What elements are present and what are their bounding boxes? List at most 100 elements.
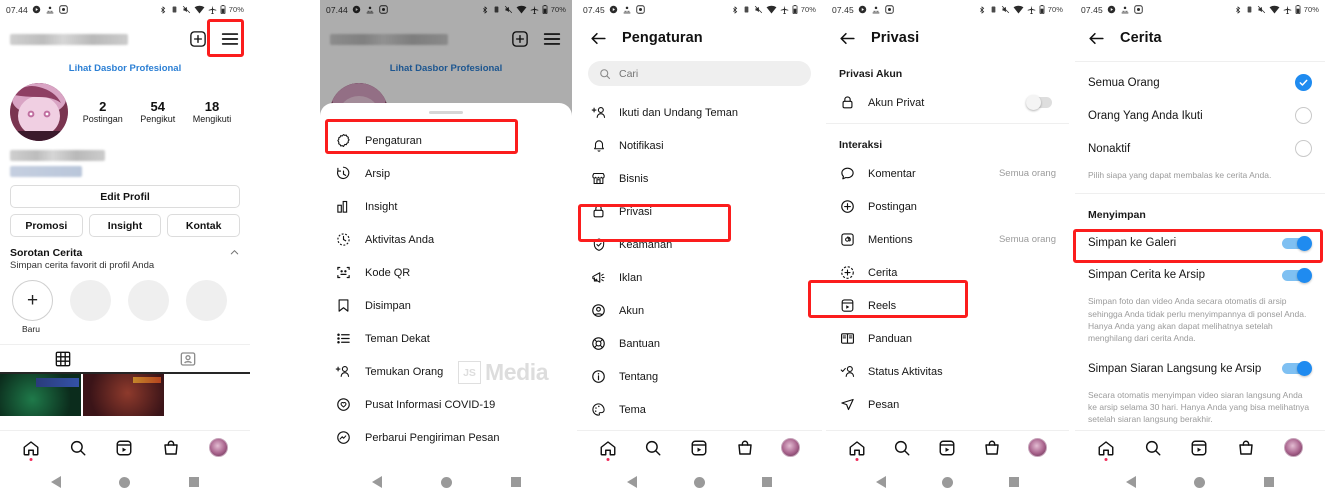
privacy-item-reels[interactable]: Reels [826, 289, 1069, 322]
add-highlight-button[interactable]: + [12, 280, 53, 321]
tab-grid-icon[interactable] [0, 351, 125, 367]
promosi-button[interactable]: Promosi [10, 214, 83, 237]
back-arrow-icon[interactable] [589, 29, 608, 48]
home-circle-icon[interactable] [693, 476, 705, 488]
privacy-item-status-aktivitas[interactable]: Status Aktivitas [826, 355, 1069, 388]
settings-item-notifikasi[interactable]: Notifikasi [577, 129, 822, 162]
home-circle-icon[interactable] [440, 476, 452, 488]
home-circle-icon[interactable] [119, 476, 131, 488]
reels-icon[interactable] [115, 439, 133, 457]
settings-item-akun[interactable]: Akun [577, 294, 822, 327]
settings-item-iklan[interactable]: Iklan [577, 261, 822, 294]
highlight-placeholder[interactable] [70, 280, 111, 321]
search-input[interactable] [619, 67, 800, 80]
back-triangle-icon[interactable] [51, 476, 62, 488]
shop-icon[interactable] [983, 439, 1001, 457]
back-triangle-icon[interactable] [371, 476, 382, 488]
story-reply-option-semua-orang[interactable]: Semua Orang [1075, 66, 1325, 99]
chevron-up-icon[interactable] [229, 247, 240, 258]
stat-followers[interactable]: 54 Pengikut [140, 99, 175, 125]
search-icon[interactable] [1144, 439, 1162, 457]
recents-square-icon[interactable] [510, 477, 521, 487]
kontak-button[interactable]: Kontak [167, 214, 241, 237]
home-circle-icon[interactable] [1194, 476, 1206, 488]
simpan-cerita-ke-arsip-toggle[interactable] [1282, 267, 1312, 283]
shop-icon[interactable] [736, 439, 754, 457]
settings-item-privasi[interactable]: Privasi [577, 195, 822, 228]
settings-item-ikuti-dan-undang-teman[interactable]: Ikuti dan Undang Teman [577, 96, 822, 129]
menu-item-pusat-informasi-covid[interactable]: Pusat Informasi COVID-19 [320, 388, 572, 421]
professional-dashboard-link[interactable]: Lihat Dasbor Profesional [0, 59, 250, 83]
recents-square-icon[interactable] [1009, 477, 1019, 487]
back-triangle-icon[interactable] [627, 476, 638, 488]
profile-avatar[interactable] [10, 83, 68, 141]
highlight-placeholder[interactable] [128, 280, 169, 321]
privacy-item-panduan[interactable]: Panduan [826, 322, 1069, 355]
menu-item-perbarui-pengiriman-pesan[interactable]: Perbarui Pengiriman Pesan [320, 421, 572, 454]
story-reply-option-orang-yang-anda-ikuti[interactable]: Orang Yang Anda Ikuti [1075, 99, 1325, 132]
home-icon[interactable] [22, 439, 40, 461]
recents-square-icon[interactable] [1263, 477, 1274, 487]
simpan-siaran-langsung-toggle[interactable] [1282, 361, 1312, 377]
home-icon[interactable] [848, 439, 866, 461]
grid-photo[interactable] [0, 374, 81, 416]
privacy-item-akun-privat[interactable]: Akun Privat [826, 86, 1069, 119]
reels-icon[interactable] [1190, 439, 1208, 457]
settings-item-bisnis[interactable]: Bisnis [577, 162, 822, 195]
menu-item-kode-qr[interactable]: Kode QR [320, 256, 572, 289]
profile-avatar-nav[interactable] [208, 438, 228, 457]
story-reply-option-nonaktif[interactable]: Nonaktif [1075, 132, 1325, 165]
menu-item-insight[interactable]: Insight [320, 190, 572, 223]
settings-item-bantuan[interactable]: Bantuan [577, 327, 822, 360]
search-icon[interactable] [69, 439, 87, 457]
private-account-toggle[interactable] [1026, 95, 1056, 110]
menu-item-pengaturan[interactable]: Pengaturan [320, 124, 572, 157]
shop-icon[interactable] [162, 439, 180, 457]
menu-item-arsip[interactable]: Arsip [320, 157, 572, 190]
home-icon[interactable] [1097, 439, 1115, 461]
toggle-row-simpan-ke-galeri[interactable]: Simpan ke Galeri [1075, 227, 1325, 259]
back-triangle-icon[interactable] [1126, 476, 1137, 488]
search-icon[interactable] [644, 439, 662, 457]
privacy-item-cerita[interactable]: Cerita [826, 256, 1069, 289]
privacy-item-komentar[interactable]: Komentar Semua orang [826, 157, 1069, 190]
profile-avatar-nav[interactable] [1283, 438, 1303, 457]
privacy-item-postingan[interactable]: Postingan [826, 190, 1069, 223]
menu-item-disimpan[interactable]: Disimpan [320, 289, 572, 322]
menu-item-temukan-orang[interactable]: Temukan Orang [320, 355, 572, 388]
reels-icon[interactable] [690, 439, 708, 457]
recents-square-icon[interactable] [188, 477, 199, 487]
tab-tagged-icon[interactable] [125, 351, 250, 367]
back-arrow-icon[interactable] [838, 29, 857, 48]
radio-unchecked-icon[interactable] [1295, 107, 1312, 124]
back-triangle-icon[interactable] [876, 476, 886, 488]
toggle-row-simpan-siaran-langsung-ke-arsip[interactable]: Simpan Siaran Langsung ke Arsip [1075, 353, 1325, 385]
menu-item-aktivitas-anda[interactable]: Aktivitas Anda [320, 223, 572, 256]
hamburger-menu-icon[interactable] [220, 30, 240, 48]
radio-unchecked-icon[interactable] [1295, 140, 1312, 157]
toggle-row-simpan-cerita-ke-arsip[interactable]: Simpan Cerita ke Arsip [1075, 259, 1325, 291]
settings-item-tema[interactable]: Tema [577, 393, 822, 426]
home-icon[interactable] [599, 439, 617, 461]
insight-button[interactable]: Insight [88, 214, 162, 237]
drag-handle[interactable] [429, 111, 463, 114]
edit-profile-button[interactable]: Edit Profil [10, 185, 240, 208]
privacy-item-pesan[interactable]: Pesan [826, 388, 1069, 421]
highlight-placeholder[interactable] [186, 280, 227, 321]
privacy-item-mentions[interactable]: Mentions Semua orang [826, 223, 1069, 256]
simpan-ke-galeri-toggle[interactable] [1282, 235, 1312, 251]
search-icon[interactable] [893, 439, 911, 457]
settings-item-keamanan[interactable]: Keamanan [577, 228, 822, 261]
search-field[interactable] [588, 61, 811, 86]
stat-following[interactable]: 18 Mengikuti [193, 99, 232, 125]
profile-avatar-nav[interactable] [781, 438, 801, 457]
stat-posts[interactable]: 2 Postingan [83, 99, 123, 125]
shop-icon[interactable] [1237, 439, 1255, 457]
reels-icon[interactable] [938, 439, 956, 457]
menu-item-teman-dekat[interactable]: Teman Dekat [320, 322, 572, 355]
settings-item-tentang[interactable]: Tentang [577, 360, 822, 393]
recents-square-icon[interactable] [761, 477, 772, 487]
grid-photo[interactable] [83, 374, 164, 416]
radio-checked-icon[interactable] [1295, 74, 1312, 91]
back-arrow-icon[interactable] [1087, 29, 1106, 48]
